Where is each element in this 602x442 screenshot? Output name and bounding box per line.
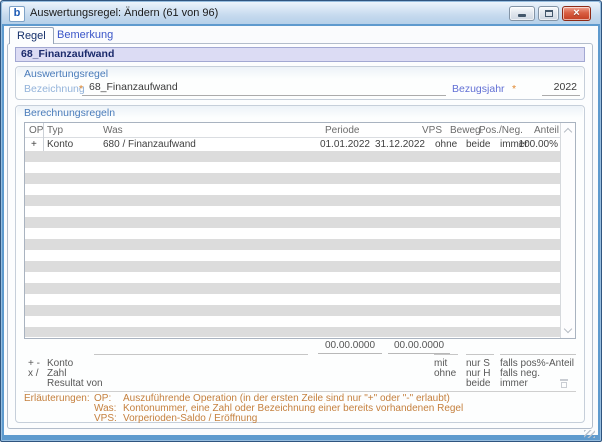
dialog-window: b Auswertungsregel: Ändern (61 von 96) ×… [0, 0, 602, 442]
cell-op: + [31, 139, 37, 150]
legend-divider [24, 391, 576, 392]
bezugsjahr-label: Bezugsjahr [452, 83, 505, 95]
legend-anteil: %-Anteil [536, 358, 574, 369]
new-row-was-field[interactable] [94, 354, 308, 355]
app-icon-letter: b [13, 7, 21, 19]
legend-posneg-3: immer [500, 378, 528, 389]
bezeichnung-field[interactable]: 68_Finanzaufwand [82, 81, 446, 96]
col-periode: Periode [325, 125, 360, 136]
auswertungsregel-group: Auswertungsregel Bezeichnung * 68_Finanz… [15, 66, 585, 100]
cell-beweg: beide [466, 139, 491, 150]
legend-op-2: x / [28, 368, 39, 379]
delete-icon[interactable] [560, 379, 568, 388]
erlaeuterung-text-vps: Vorperioden-Saldo / Eröffnung [123, 413, 258, 424]
berechnungsregeln-group: Berechnungsregeln OP Typ Was Periode VPS… [15, 105, 585, 424]
app-icon: b [9, 6, 25, 22]
delete-icon-body [561, 382, 567, 388]
tab-page-panel: 68_Finanzaufwand Auswertungsregel Bezeic… [7, 43, 593, 429]
tab-bemerkung[interactable]: Bemerkung [51, 28, 119, 43]
new-row-vps-field[interactable] [434, 354, 458, 355]
maximize-button[interactable] [538, 6, 559, 21]
window-title: Auswertungsregel: Ändern (61 von 96) [30, 7, 219, 19]
cell-anteil: 100.00% [518, 139, 558, 150]
tab-regel[interactable]: Regel [9, 27, 54, 44]
auswertungsregel-group-title: Auswertungsregel [24, 68, 109, 80]
legend-vps-2: ohne [434, 368, 457, 379]
bezugsjahr-field[interactable]: 2022 [542, 81, 580, 96]
rules-table-header: OP Typ Was Periode VPS Beweg. Pos./Neg. … [25, 123, 561, 138]
close-icon: × [573, 7, 580, 19]
cell-periode-bis: 31.12.2022 [374, 139, 425, 150]
maximize-icon [544, 9, 553, 17]
new-row-beweg-field[interactable] [466, 354, 494, 355]
minimize-button[interactable] [509, 6, 535, 21]
col-was: Was [103, 125, 123, 136]
bezeichnung-label: Bezeichnung [24, 83, 85, 95]
col-op: OP [29, 125, 44, 136]
berechnungsregeln-group-title: Berechnungsregeln [24, 107, 116, 119]
delete-icon-lid [560, 379, 568, 381]
erlaeuterungen-label: Erläuterungen: [24, 393, 90, 404]
cell-periode-von: 01.01.2022 [319, 139, 370, 150]
cell-typ: Konto [47, 139, 74, 150]
empty-rows-stripes [25, 151, 561, 337]
legend-was-3: Resultat von [47, 378, 103, 389]
rule-name-header: 68_Finanzaufwand [15, 47, 585, 62]
table-scrollbar[interactable] [560, 123, 575, 338]
table-row[interactable]: + Konto 680 / Finanzaufwand 01.01.2022 3… [25, 138, 561, 151]
col-vps: VPS [422, 125, 443, 136]
minimize-icon [518, 14, 526, 17]
legend-beweg-3: beide [466, 378, 491, 389]
datum-bis-field[interactable]: 00.00.0000 [388, 340, 450, 354]
col-anteil: Anteil [533, 125, 559, 136]
cell-vps: ohne [435, 139, 458, 150]
close-button[interactable]: × [562, 6, 591, 21]
scroll-up-icon[interactable] [563, 127, 573, 137]
datum-von-field[interactable]: 00.00.0000 [318, 340, 382, 354]
bezugsjahr-required-marker: * [512, 83, 517, 95]
scroll-down-icon[interactable] [563, 324, 573, 334]
resize-grip[interactable] [584, 430, 595, 438]
titlebar[interactable]: b Auswertungsregel: Ändern (61 von 96) × [2, 2, 600, 24]
col-typ: Typ [47, 125, 64, 136]
cell-was: 680 / Finanzaufwand [103, 139, 196, 150]
rules-table: OP Typ Was Periode VPS Beweg. Pos./Neg. … [24, 122, 576, 339]
erlaeuterung-term-vps: VPS: [94, 413, 117, 424]
new-row-anteil-field[interactable] [522, 354, 576, 355]
